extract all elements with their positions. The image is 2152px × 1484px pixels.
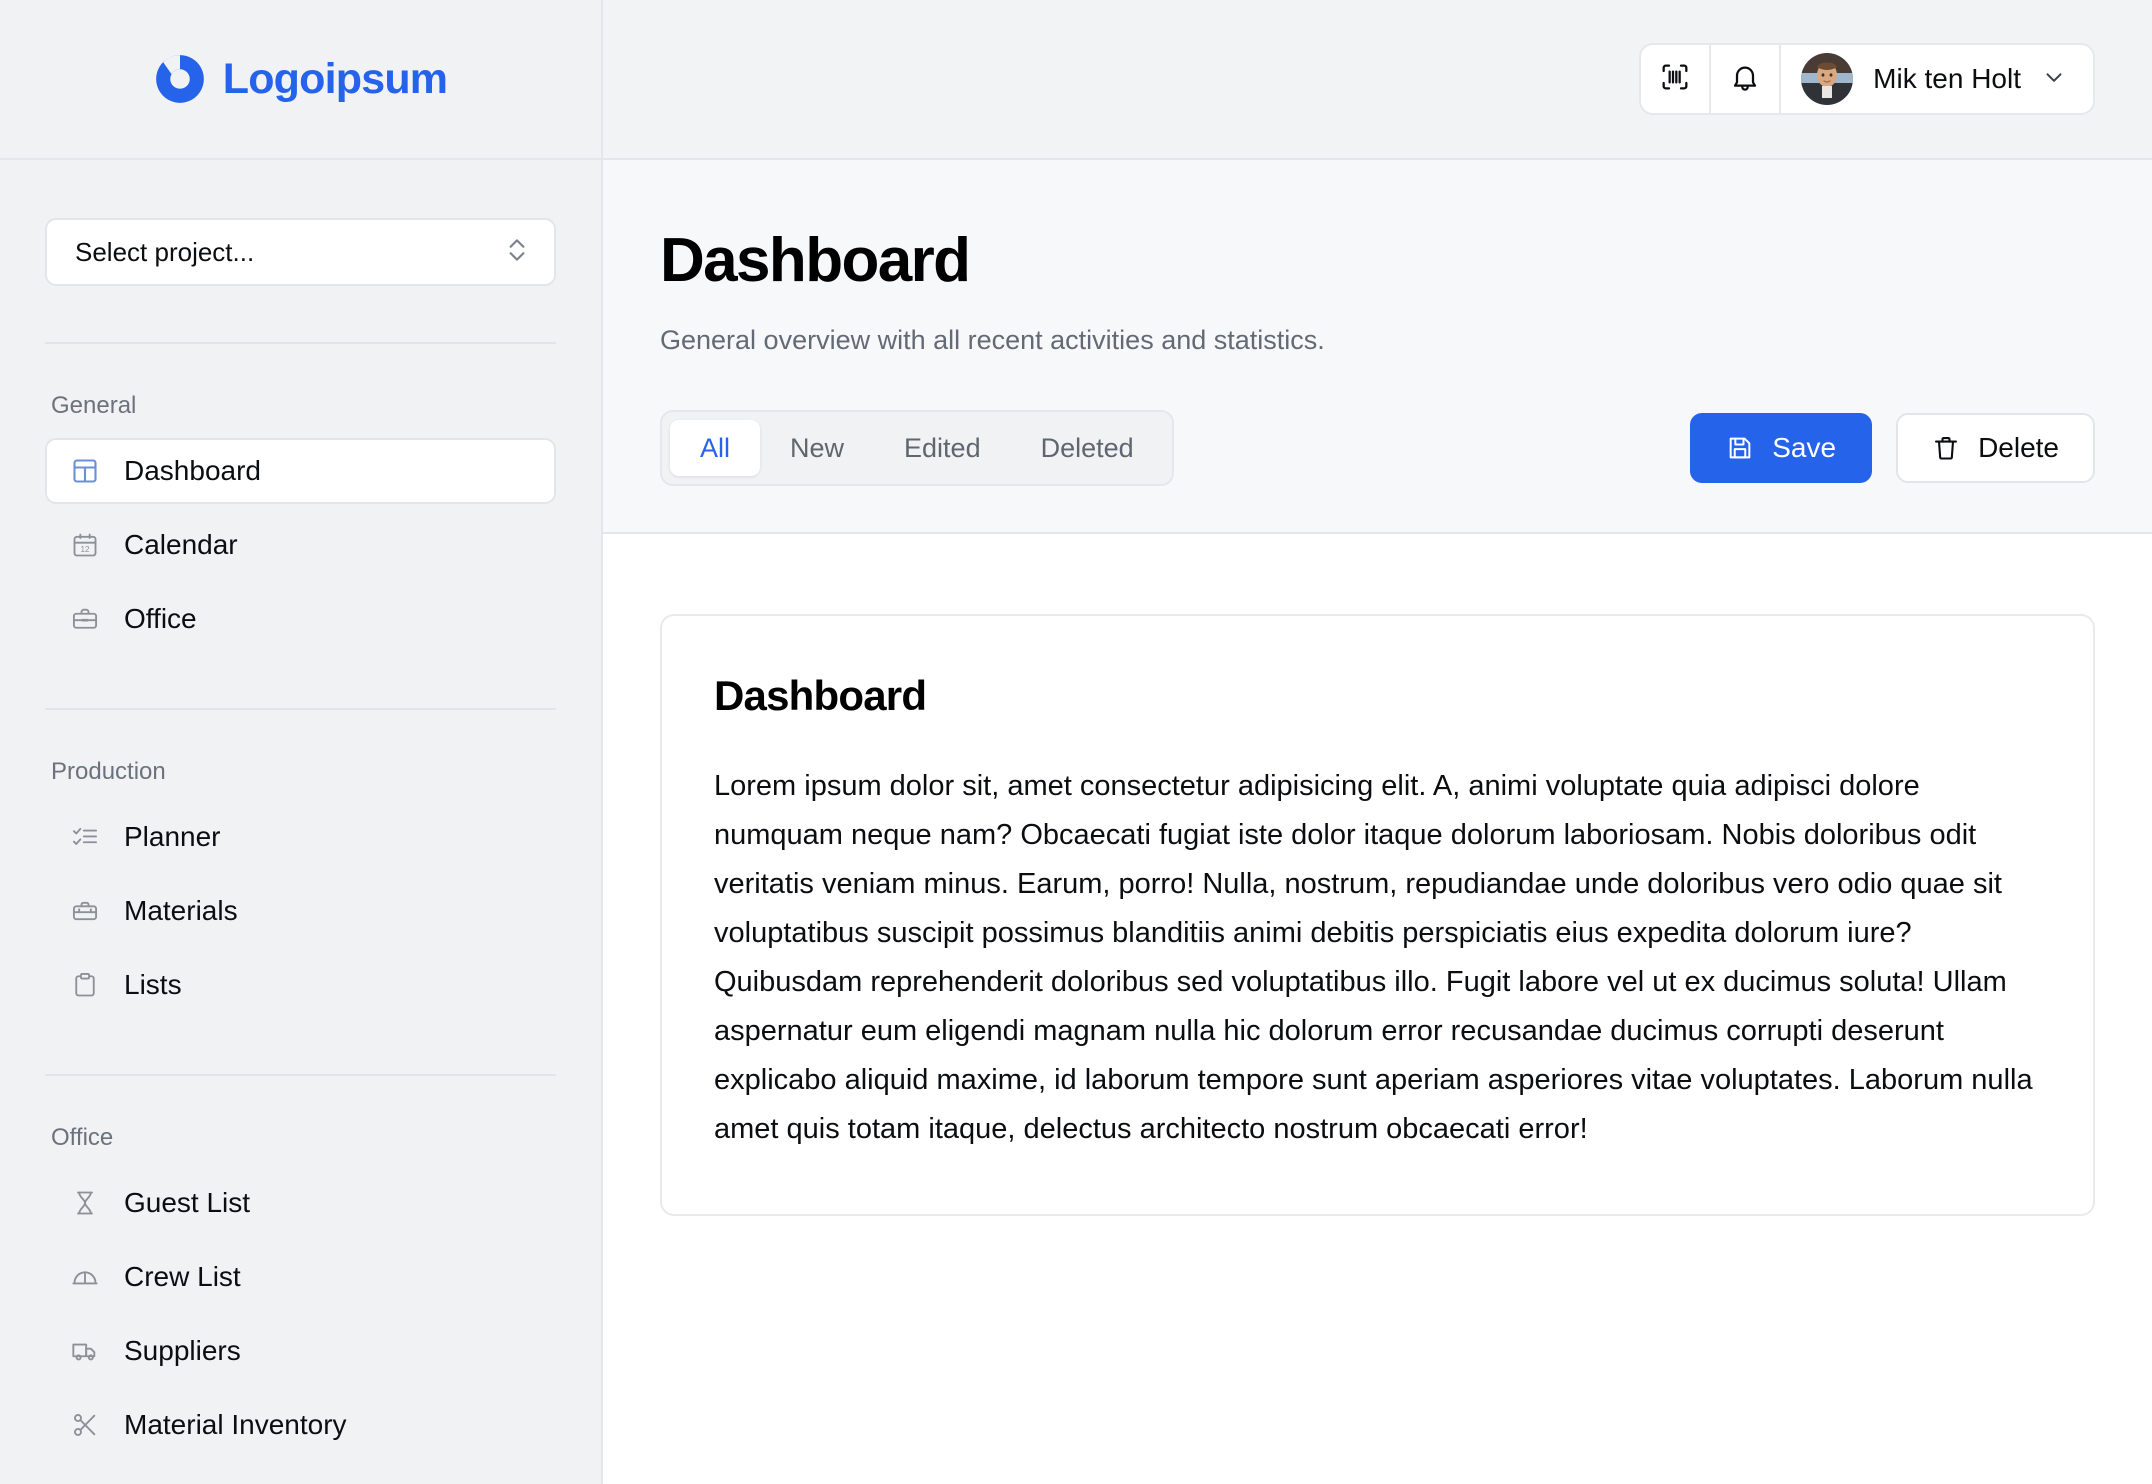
logo-donut-icon: [154, 53, 206, 105]
user-menu[interactable]: Mik ten Holt: [1781, 45, 2093, 113]
topbar: Mik ten Holt: [603, 0, 2152, 160]
main-area: Mik ten Holt Dashboard General overview …: [603, 0, 2152, 1484]
sidebar-group-label: General: [51, 392, 137, 419]
tab-new[interactable]: New: [760, 420, 874, 476]
tab-all[interactable]: All: [670, 420, 761, 477]
page-header: Dashboard General overview with all rece…: [603, 160, 2152, 357]
sidebar: Logoipsum Select project... General Dash…: [0, 0, 603, 1484]
sidebar-group-label: Office: [51, 1124, 114, 1151]
sidebar-item-guest-list[interactable]: Guest List: [45, 1170, 556, 1236]
brand-name: Logoipsum: [222, 54, 448, 103]
tab-label: New: [790, 432, 845, 463]
brand-logo[interactable]: Logoipsum: [0, 0, 601, 160]
scissors-icon: [71, 1411, 99, 1439]
save-label: Save: [1772, 432, 1837, 464]
topbar-controls: Mik ten Holt: [1639, 43, 2095, 115]
sidebar-item-materials[interactable]: Materials: [45, 878, 556, 944]
sidebar-item-label: Lists: [124, 969, 182, 1000]
sidebar-group-general: General Dashboard 12 Calendar Office: [45, 392, 556, 652]
sidebar-item-label: Material Inventory: [124, 1409, 347, 1440]
sidebar-divider: [45, 1074, 556, 1076]
chevron-up-down-icon: [504, 234, 530, 271]
sidebar-divider: [45, 708, 556, 710]
tab-edited[interactable]: Edited: [874, 420, 1011, 476]
clipboard-icon: [71, 971, 99, 999]
sidebar-item-dashboard[interactable]: Dashboard: [45, 438, 556, 504]
tab-label: All: [700, 432, 731, 463]
delete-label: Delete: [1978, 432, 2059, 464]
layout-dashboard-icon: [71, 457, 99, 485]
chevron-down-icon: [2041, 64, 2067, 95]
calendar-12-icon: 12: [71, 531, 99, 559]
tab-label: Edited: [904, 432, 981, 463]
svg-text:12: 12: [80, 545, 90, 554]
sidebar-item-label: Suppliers: [124, 1335, 241, 1366]
sidebar-item-planner[interactable]: Planner: [45, 804, 556, 870]
sidebar-group-production: Production Planner Materials Lists: [45, 758, 556, 1018]
scan-button[interactable]: [1641, 45, 1709, 113]
sidebar-item-label: Materials: [124, 895, 238, 926]
sidebar-item-suppliers[interactable]: Suppliers: [45, 1318, 556, 1384]
trash-icon: [1932, 434, 1960, 462]
sidebar-item-office[interactable]: Office: [45, 586, 556, 652]
truck-icon: [71, 1337, 99, 1365]
toolbar: All New Edited Deleted Save Delete: [603, 356, 2152, 535]
filter-tabs: All New Edited Deleted: [660, 410, 1174, 487]
sidebar-item-calendar[interactable]: 12 Calendar: [45, 512, 556, 578]
avatar: [1801, 53, 1854, 105]
briefcase-icon: [71, 605, 99, 633]
content-area: Dashboard Lorem ipsum dolor sit, amet co…: [603, 534, 2152, 1484]
sidebar-item-material-inventory[interactable]: Material Inventory: [45, 1392, 556, 1458]
sidebar-group-office: Office Guest List Crew List Suppliers Ma…: [45, 1124, 556, 1458]
sidebar-item-label: Dashboard: [124, 455, 261, 486]
bell-icon: [1729, 61, 1761, 98]
app-root: Logoipsum Select project... General Dash…: [0, 0, 2152, 1484]
page-title: Dashboard: [660, 226, 971, 295]
tab-label: Deleted: [1040, 432, 1134, 463]
toolbar-actions: Save Delete: [1690, 413, 2095, 484]
hourglass-icon: [71, 1189, 99, 1217]
notifications-button[interactable]: [1711, 45, 1779, 113]
project-select[interactable]: Select project...: [45, 218, 556, 286]
sidebar-group-label: Production: [51, 758, 166, 785]
card-title: Dashboard: [714, 672, 927, 720]
sidebar-item-label: Crew List: [124, 1261, 241, 1292]
barcode-scan-icon: [1659, 61, 1691, 98]
delete-button[interactable]: Delete: [1896, 413, 2095, 484]
sidebar-item-label: Calendar: [124, 529, 238, 560]
sidebar-body: Select project... General Dashboard 12 C…: [0, 160, 601, 1484]
hard-hat-icon: [71, 1263, 99, 1291]
user-name: Mik ten Holt: [1873, 63, 2021, 94]
sidebar-divider: [45, 342, 556, 344]
sidebar-item-crew-list[interactable]: Crew List: [45, 1244, 556, 1310]
sidebar-item-label: Planner: [124, 821, 221, 852]
dashboard-card: Dashboard Lorem ipsum dolor sit, amet co…: [660, 614, 2095, 1217]
tab-deleted[interactable]: Deleted: [1011, 420, 1164, 476]
sidebar-item-label: Office: [124, 603, 197, 634]
sidebar-item-lists[interactable]: Lists: [45, 952, 556, 1018]
save-button[interactable]: Save: [1690, 413, 1873, 484]
sidebar-item-label: Guest List: [124, 1187, 251, 1218]
project-select-label: Select project...: [75, 236, 255, 267]
checklist-icon: [71, 823, 99, 851]
page-subtitle: General overview with all recent activit…: [660, 325, 1325, 356]
card-body-text: Lorem ipsum dolor sit, amet consectetur …: [714, 770, 2033, 1146]
toolbox-icon: [71, 897, 99, 925]
floppy-disk-icon: [1726, 434, 1754, 462]
